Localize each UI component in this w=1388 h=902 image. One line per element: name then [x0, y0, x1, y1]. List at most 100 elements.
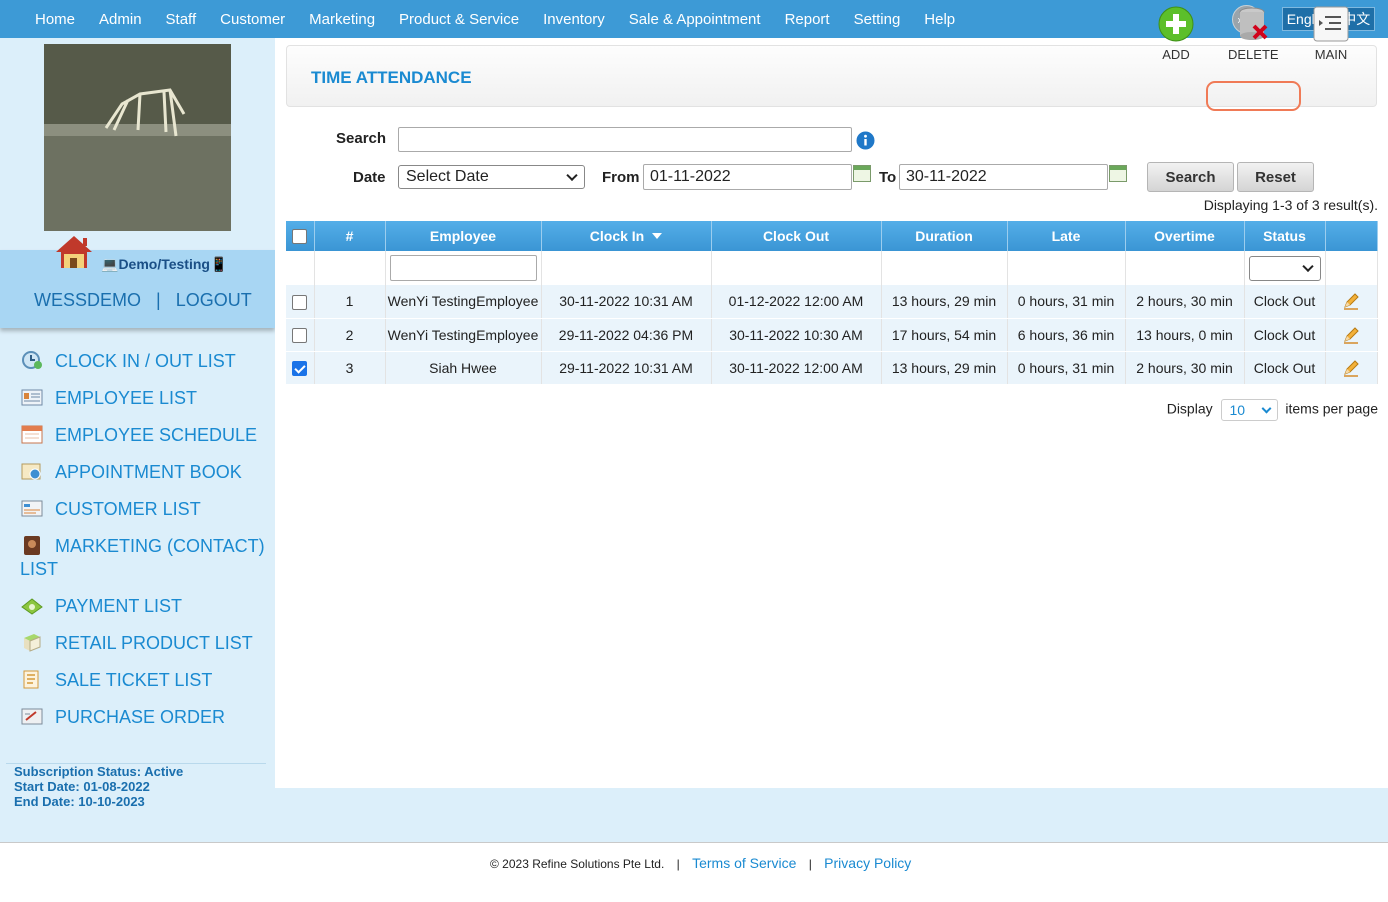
clock-icon: [22, 351, 42, 369]
sidebar-item-marketing-contact-list[interactable]: MARKETING (CONTACT) LIST: [20, 535, 270, 581]
per-page-select[interactable]: 10: [1220, 399, 1278, 421]
col-status[interactable]: Status: [1244, 221, 1326, 251]
to-date-input[interactable]: 30-11-2022: [899, 164, 1108, 190]
nav-inventory[interactable]: Inventory: [543, 11, 605, 28]
search-input[interactable]: [398, 127, 852, 152]
terms-link[interactable]: Terms of Service: [692, 855, 796, 871]
cell-clock-out: 01-12-2022 12:00 AM: [711, 285, 882, 319]
col-employee[interactable]: Employee: [385, 221, 542, 251]
contact-book-icon: [24, 536, 40, 555]
filter-cell-empty: [314, 251, 386, 285]
info-icon[interactable]: [856, 131, 875, 150]
row-checkbox[interactable]: [292, 327, 308, 343]
copyright: © 2023 Refine Solutions Pte Ltd.: [490, 857, 665, 871]
logout-link[interactable]: LOGOUT: [176, 290, 252, 310]
nav-sale-appointment[interactable]: Sale & Appointment: [629, 11, 761, 28]
sidebar-item-employee-list[interactable]: EMPLOYEE LIST: [20, 387, 270, 410]
sidebar-item-retail-product-list[interactable]: RETAIL PRODUCT LIST: [20, 632, 270, 655]
cell-employee: WenYi TestingEmployee: [385, 318, 542, 352]
home-icon[interactable]: [54, 234, 94, 270]
col-clock-in-label: Clock In: [589, 228, 645, 244]
row-checkbox-cell[interactable]: [286, 351, 315, 385]
col-duration[interactable]: Duration: [881, 221, 1008, 251]
col-clock-out[interactable]: Clock Out: [711, 221, 882, 251]
table-row[interactable]: 3 Siah Hwee 29-11-2022 10:31 AM 30-11-20…: [286, 351, 1378, 385]
edit-pencil-icon[interactable]: [1342, 359, 1360, 377]
cell-employee: Siah Hwee: [385, 351, 542, 385]
nav-product-service[interactable]: Product & Service: [399, 11, 519, 28]
sidebar-item-employee-schedule[interactable]: EMPLOYEE SCHEDULE: [20, 424, 270, 447]
select-all-checkbox[interactable]: [292, 229, 308, 245]
appointment-icon: [21, 463, 41, 480]
nav-setting[interactable]: Setting: [854, 11, 901, 28]
to-calendar-icon[interactable]: [1109, 165, 1127, 182]
subscription-status: Subscription Status: Active: [14, 764, 184, 779]
user-account-link[interactable]: WESSDEMO: [34, 290, 141, 310]
row-checkbox-cell[interactable]: [286, 285, 315, 319]
demo-label[interactable]: 💻Demo/Testing📱: [101, 256, 227, 273]
main-button[interactable]: MAIN: [1313, 6, 1349, 62]
table-row[interactable]: 2 WenYi TestingEmployee 29-11-2022 04:36…: [286, 318, 1378, 352]
row-checkbox[interactable]: [292, 294, 308, 310]
employee-filter-input[interactable]: [389, 255, 537, 281]
sidebar-item-clock-in-out[interactable]: CLOCK IN / OUT LIST: [20, 350, 270, 373]
nav-home[interactable]: Home: [35, 11, 75, 28]
privacy-link[interactable]: Privacy Policy: [824, 855, 911, 871]
edit-pencil-icon[interactable]: [1342, 326, 1360, 344]
col-overtime[interactable]: Overtime: [1125, 221, 1245, 251]
product-icon: [24, 634, 41, 652]
sidebar-item-payment-list[interactable]: PAYMENT LIST: [20, 595, 270, 618]
sidebar-item-purchase-order[interactable]: PURCHASE ORDER: [20, 706, 270, 729]
add-button[interactable]: ADD: [1158, 6, 1194, 62]
col-num[interactable]: #: [314, 221, 386, 251]
demo-label-text: Demo/Testing: [118, 256, 210, 272]
attendance-table: # Employee Clock In Clock Out Duration L…: [286, 221, 1378, 385]
ticket-icon: [23, 670, 39, 689]
cell-overtime: 13 hours, 0 min: [1125, 318, 1245, 352]
edit-cell[interactable]: [1325, 318, 1378, 352]
cell-duration: 13 hours, 29 min: [881, 351, 1008, 385]
nav-marketing[interactable]: Marketing: [309, 11, 375, 28]
delete-button[interactable]: DELETE: [1228, 6, 1279, 62]
cell-late: 0 hours, 31 min: [1007, 285, 1126, 319]
edit-cell[interactable]: [1325, 285, 1378, 319]
edit-pencil-icon[interactable]: [1342, 292, 1360, 311]
subscription-info: Subscription Status: Active Start Date: …: [14, 764, 183, 809]
nav-report[interactable]: Report: [785, 11, 830, 28]
purchase-order-icon: [21, 708, 43, 725]
cell-num: 1: [314, 285, 386, 319]
from-label: From: [602, 169, 640, 186]
cell-clock-out: 30-11-2022 12:00 AM: [711, 351, 882, 385]
from-calendar-icon[interactable]: [853, 165, 871, 182]
filter-cell-empty: [1007, 251, 1126, 285]
select-all-header[interactable]: [286, 221, 315, 251]
status-filter-cell: [1244, 251, 1326, 285]
sidebar-item-sale-ticket-list[interactable]: SALE TICKET LIST: [20, 669, 270, 692]
per-page-value: 10: [1229, 402, 1246, 418]
col-late[interactable]: Late: [1007, 221, 1126, 251]
footer-content: © 2023 Refine Solutions Pte Ltd. | Terms…: [490, 855, 911, 871]
date-select[interactable]: Select Date: [398, 165, 585, 189]
sidebar-item-label: SALE TICKET LIST: [55, 670, 213, 690]
nav-help[interactable]: Help: [924, 11, 955, 28]
nav-customer[interactable]: Customer: [220, 11, 285, 28]
sidebar-item-customer-list[interactable]: CUSTOMER LIST: [20, 498, 270, 521]
search-button[interactable]: Search: [1147, 162, 1234, 192]
row-checkbox-cell[interactable]: [286, 318, 315, 352]
col-actions: [1325, 221, 1378, 251]
nav-admin[interactable]: Admin: [99, 11, 142, 28]
col-clock-in[interactable]: Clock In: [541, 221, 712, 251]
filter-cell-empty: [881, 251, 1008, 285]
reset-button[interactable]: Reset: [1237, 162, 1314, 192]
edit-cell[interactable]: [1325, 351, 1378, 385]
status-filter-select[interactable]: [1248, 255, 1321, 281]
cell-late: 0 hours, 31 min: [1007, 351, 1126, 385]
table-row[interactable]: 1 WenYi TestingEmployee 30-11-2022 10:31…: [286, 285, 1378, 319]
sidebar-item-label: CLOCK IN / OUT LIST: [55, 351, 236, 371]
from-date-input[interactable]: 01-11-2022: [643, 164, 852, 190]
sidebar-item-appointment-book[interactable]: APPOINTMENT BOOK: [20, 461, 270, 484]
row-checkbox-checked[interactable]: [292, 360, 308, 376]
nav-staff[interactable]: Staff: [166, 11, 197, 28]
employee-list-icon: [21, 389, 43, 406]
profile-photo: [44, 44, 231, 231]
